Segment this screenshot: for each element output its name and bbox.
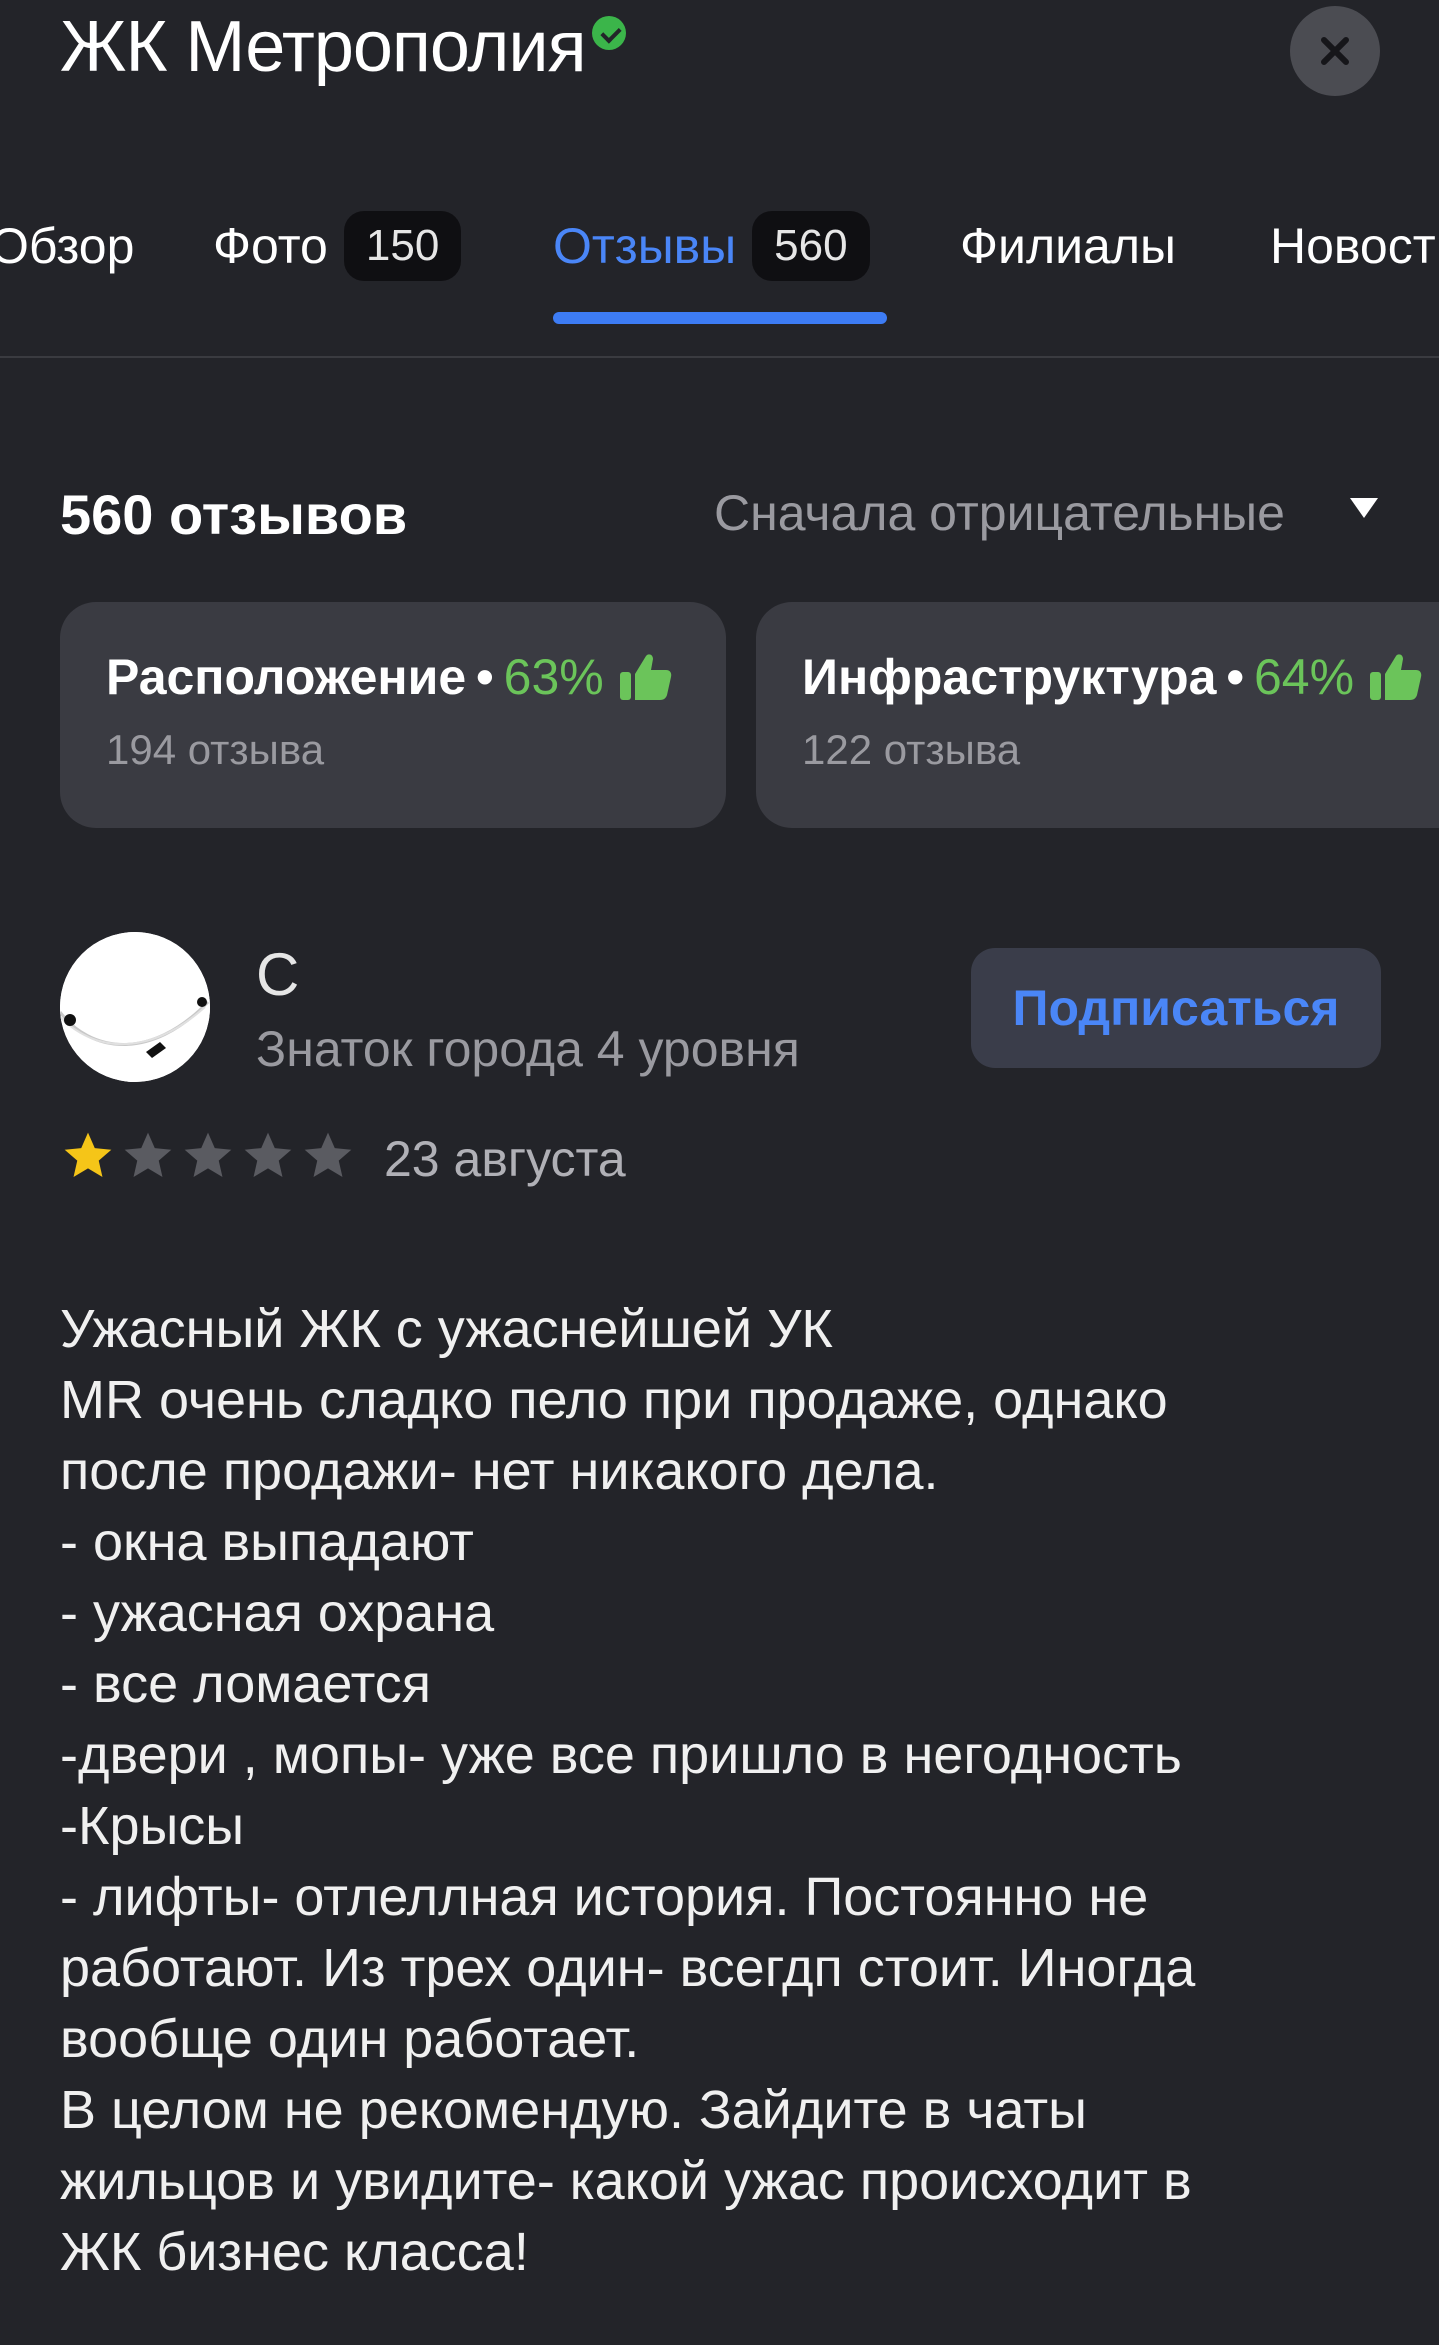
author-name[interactable]: С — [256, 940, 299, 1009]
aspect-review-count: 194 отзыва — [106, 726, 325, 773]
review-text-line: работают. Из трех один- всегдп стоит. Ин… — [60, 1938, 1196, 1998]
sort-dropdown[interactable]: Сначала отрицательные — [714, 484, 1285, 542]
aspect-review-count: 122 отзыва — [802, 726, 1021, 773]
aspect-card-location[interactable]: Расположение • 63% 194 отзыва — [60, 602, 726, 828]
rating-stars — [60, 1128, 360, 1184]
tab-overview[interactable]: Обзор — [0, 206, 134, 286]
author-level: Знаток города 4 уровня — [256, 1021, 800, 1077]
avatar-image — [60, 932, 210, 1082]
review-text-line: Ужасный ЖК с ужаснейшей УК — [60, 1299, 833, 1359]
star-empty-icon — [244, 1132, 292, 1177]
star-empty-icon — [304, 1132, 352, 1177]
review-text-line: - все ломается — [60, 1654, 432, 1714]
aspect-percent: 63% — [503, 649, 604, 705]
tab-photos[interactable]: Фото 150 — [213, 206, 462, 286]
tab-bar: Обзор Фото 150 Отзывы 560 Филиалы Новост — [0, 206, 1439, 286]
aspect-percent: 64% — [1254, 649, 1355, 705]
thumbs-up-icon — [1370, 654, 1422, 700]
star-empty-icon — [184, 1132, 232, 1177]
reviews-count: 560 отзывов — [60, 483, 408, 546]
tab-label: Фото — [213, 218, 328, 274]
review-text-line: MR очень сладко пело при продаже, однако — [60, 1370, 1168, 1430]
thumbs-up-icon — [619, 654, 671, 700]
tab-reviews[interactable]: Отзывы 560 — [553, 206, 870, 286]
close-icon — [1321, 37, 1349, 65]
review-text-line: -Крысы — [60, 1796, 245, 1856]
tab-branches[interactable]: Филиалы — [960, 206, 1176, 286]
review-date: 23 августа — [384, 1131, 626, 1187]
page-title: ЖК Метрополия — [60, 6, 626, 88]
separator-dot: • — [476, 649, 494, 705]
tab-label: Новост — [1270, 218, 1436, 274]
review-text-line: жильцов и увидите- какой ужас происходит… — [60, 2151, 1192, 2211]
active-tab-indicator — [553, 312, 887, 324]
close-button[interactable] — [1290, 6, 1380, 96]
review-text: Ужасный ЖК с ужаснейшей УК MR очень сладк… — [60, 1294, 1400, 2288]
sort-label: Сначала отрицательные — [714, 485, 1285, 541]
tab-label: Отзывы — [553, 218, 737, 274]
divider — [0, 356, 1439, 358]
tab-label: Обзор — [0, 218, 135, 274]
review-text-line: после продажи- нет никакого дела. — [60, 1441, 939, 1501]
tab-count-badge: 560 — [752, 211, 870, 281]
review-text-line: - лифты- отлеллная история. Постоянно не — [60, 1867, 1149, 1927]
verified-badge-icon — [591, 16, 626, 50]
review-text-line: вообще один работает. — [60, 2009, 640, 2069]
aspect-name: Инфраструктура — [802, 649, 1217, 705]
tab-news[interactable]: Новост — [1270, 206, 1436, 286]
subscribe-label: Подписаться — [1012, 980, 1340, 1036]
reviews-page: ЖК Метрополия Обзор Фото 150 Отзывы 560 … — [0, 0, 1439, 2345]
review-text-line: - ужасная охрана — [60, 1583, 495, 1643]
subscribe-button[interactable]: Подписаться — [971, 948, 1381, 1068]
review-text-line: ЖК бизнес класса! — [60, 2222, 529, 2282]
aspect-name: Расположение — [106, 649, 467, 705]
organization-name: ЖК Метрополия — [60, 7, 587, 87]
tab-count-badge: 150 — [343, 211, 462, 281]
tab-label: Филиалы — [960, 218, 1176, 274]
review-text-line: -двери , мопы- уже все пришло в негоднос… — [60, 1725, 1182, 1785]
star-empty-icon — [124, 1132, 172, 1177]
avatar[interactable] — [60, 932, 210, 1082]
dropdown-arrow-icon[interactable] — [1350, 498, 1378, 518]
review-text-line: - окна выпадают — [60, 1512, 474, 1572]
separator-dot: • — [1226, 649, 1244, 705]
aspect-card-infrastructure[interactable]: Инфраструктура • 64% 122 отзыва — [756, 602, 1439, 828]
review-text-line: В целом не рекомендую. Зайдите в чаты — [60, 2080, 1087, 2140]
star-filled-icon — [64, 1132, 112, 1177]
